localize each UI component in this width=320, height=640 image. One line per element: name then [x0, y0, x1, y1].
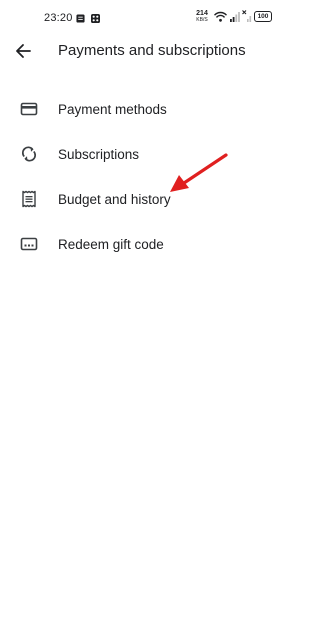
battery-level: 100 — [257, 13, 269, 20]
menu-item-label: Redeem gift code — [58, 237, 164, 252]
notification-icon — [76, 14, 85, 23]
menu-list: Payment methods Subscriptions Budget and… — [0, 88, 288, 268]
menu-item-label: Budget and history — [58, 192, 171, 207]
battery-icon: 100 — [254, 11, 272, 22]
menu-item-payment-methods[interactable]: Payment methods — [0, 88, 288, 133]
credit-card-icon — [20, 100, 38, 118]
refresh-icon — [20, 145, 38, 163]
red-arrow-annotation — [170, 153, 228, 192]
network-speed-unit: KB/S — [196, 17, 208, 23]
receipt-icon — [20, 190, 38, 208]
menu-item-label: Subscriptions — [58, 147, 140, 162]
menu-item-redeem-gift-code[interactable]: Redeem gift code — [0, 223, 288, 268]
network-speed-value: 214 — [196, 10, 208, 17]
grid-app-icon — [91, 14, 100, 23]
network-speed: 214 KB/S — [192, 10, 212, 23]
arrow-back-icon — [16, 44, 31, 58]
gift-code-icon — [20, 235, 38, 253]
wifi-icon — [214, 11, 227, 22]
app-bar: Payments and subscriptions — [0, 30, 288, 74]
status-time: 23:20 — [44, 12, 73, 24]
back-button[interactable] — [8, 36, 38, 66]
menu-item-budget-and-history[interactable]: Budget and history — [0, 178, 288, 223]
menu-item-label: Payment methods — [58, 102, 167, 117]
page-title: Payments and subscriptions — [58, 42, 246, 59]
signal-icon — [230, 12, 240, 22]
menu-item-subscriptions[interactable]: Subscriptions — [0, 133, 288, 178]
signal-x-icon — [242, 10, 252, 22]
